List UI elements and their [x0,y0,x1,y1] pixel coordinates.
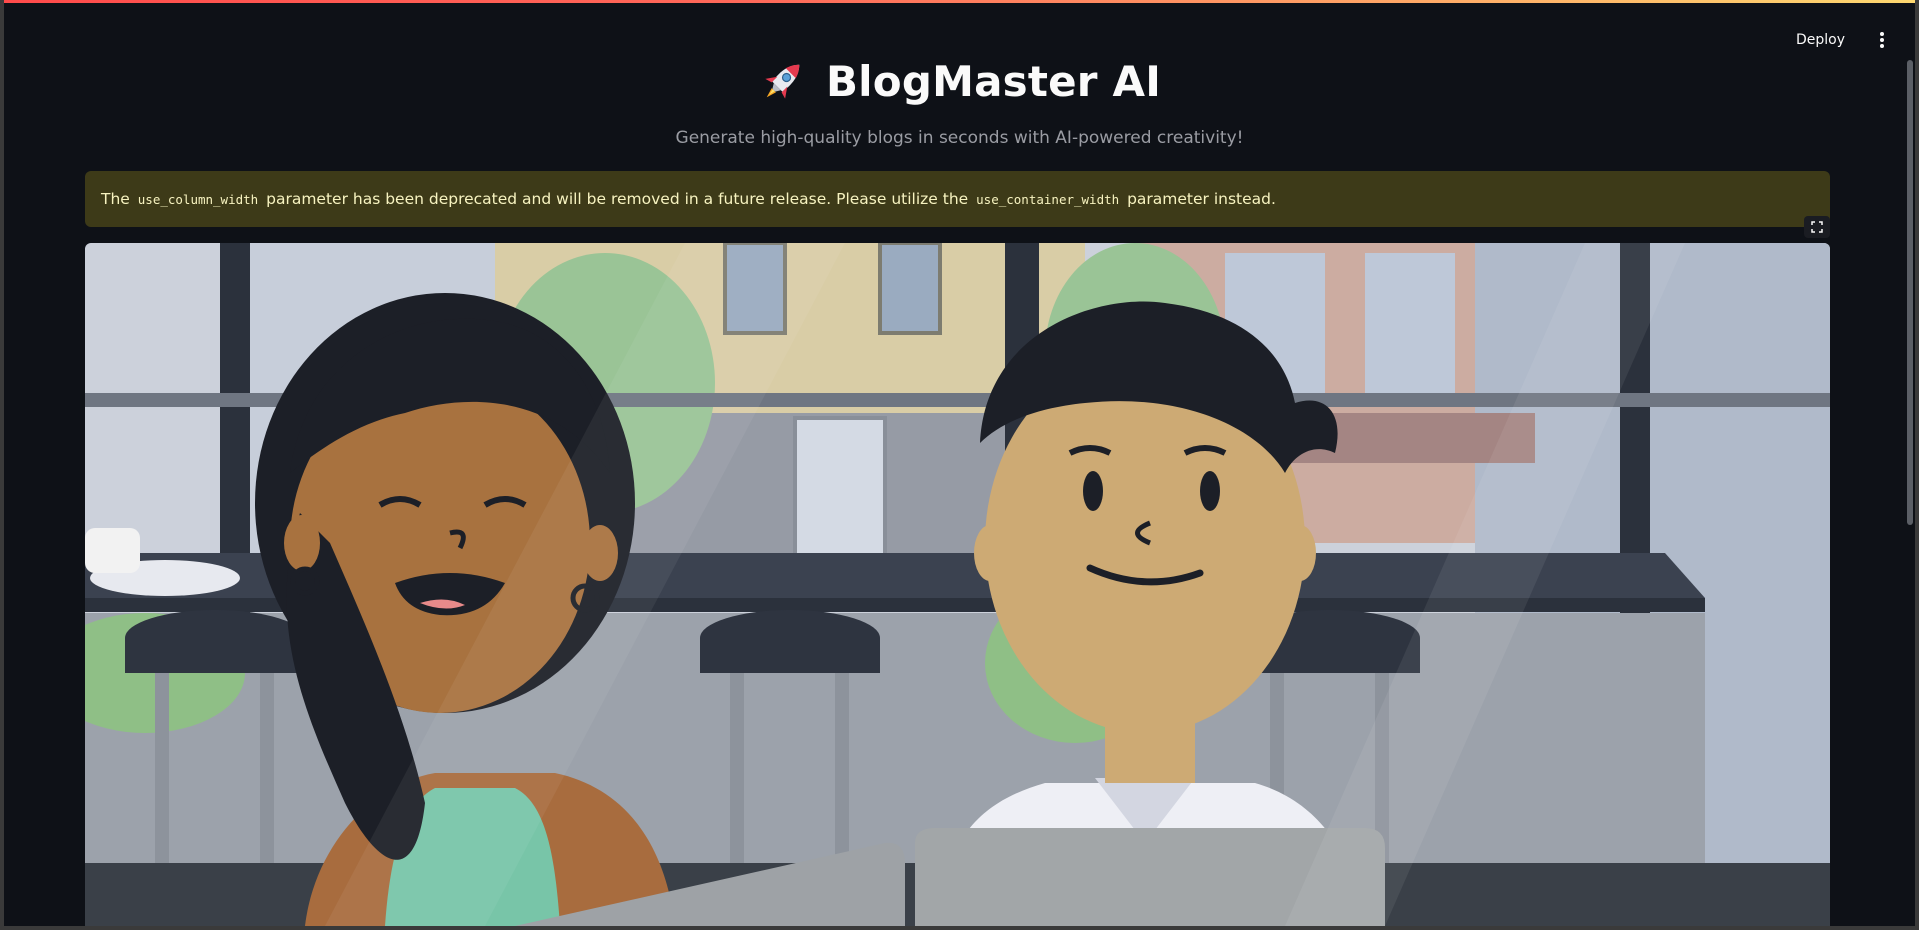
warning-text-part: parameter has been deprecated and will b… [266,190,969,208]
header-actions: Deploy [1788,26,1889,54]
page-title: BlogMaster AI [825,56,1162,106]
two-people-cafe-illustration [85,243,1830,926]
fullscreen-icon[interactable] [1804,216,1830,238]
warning-code: use_column_width [137,192,259,207]
warning-code: use_container_width [976,192,1120,207]
warning-text-part: parameter instead. [1127,190,1276,208]
page-subtitle: Generate high-quality blogs in seconds w… [675,128,1244,148]
top-decoration-bar [4,0,1915,3]
deploy-button[interactable]: Deploy [1788,26,1853,54]
hero-image [85,243,1830,926]
vertical-ellipsis-icon[interactable] [1875,30,1889,50]
warning-text-part: The [101,190,130,208]
deprecation-warning: The use_column_width parameter has been … [85,171,1830,227]
warning-text: The use_column_width parameter has been … [101,190,1276,208]
title-row: BlogMaster AI [0,56,1919,106]
rocket-icon [765,64,800,99]
